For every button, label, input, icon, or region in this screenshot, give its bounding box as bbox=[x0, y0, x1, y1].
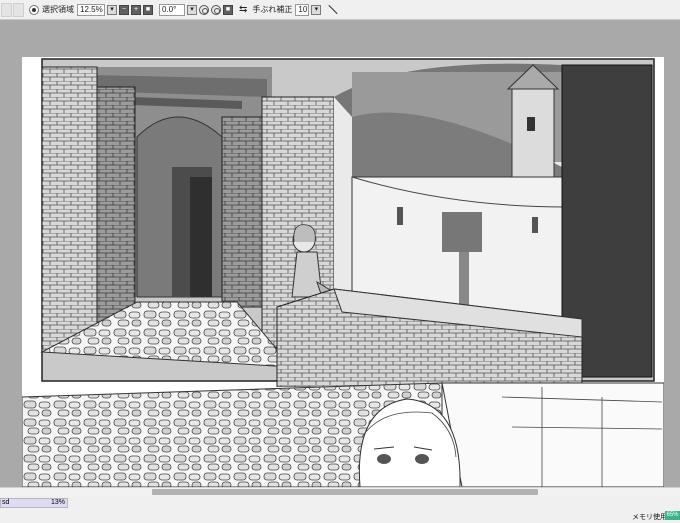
flip-horizontal-icon[interactable]: ⇆ bbox=[239, 4, 247, 15]
manga-illustration bbox=[22, 57, 664, 487]
horizontal-scrollbar[interactable] bbox=[0, 487, 680, 496]
command-toolbar: 選択領域 12.5% ▾ − + ■ 0.0° ▾ ■ ⇆ 手ぶれ補正 10 ▾ bbox=[0, 0, 680, 20]
zoom-field[interactable]: 12.5% bbox=[77, 3, 105, 16]
eye-icon[interactable] bbox=[29, 4, 39, 15]
status-bar: sd 13% メモリ使用量 65% bbox=[0, 496, 680, 523]
line-tool-icon[interactable] bbox=[327, 5, 337, 15]
zoom-out-button[interactable]: − bbox=[119, 4, 129, 15]
document-progress: 13% bbox=[50, 499, 65, 506]
drawing-canvas[interactable] bbox=[22, 57, 664, 487]
zoom-dropdown-icon[interactable]: ▾ bbox=[107, 4, 117, 15]
stabilizer-dropdown-icon[interactable]: ▾ bbox=[311, 4, 322, 15]
stabilizer-field[interactable]: 10 bbox=[295, 3, 310, 16]
toolbar-blank-button-1[interactable] bbox=[1, 2, 12, 17]
toolbar-blank-button-2[interactable] bbox=[13, 2, 24, 17]
zoom-in-button[interactable]: + bbox=[131, 4, 141, 15]
selection-area-label: 選択領域 bbox=[42, 5, 74, 14]
rotation-reset-button[interactable]: ■ bbox=[223, 4, 233, 15]
rotate-left-icon[interactable] bbox=[199, 4, 209, 15]
rotation-dropdown-icon[interactable]: ▾ bbox=[187, 4, 197, 15]
document-name: sd bbox=[2, 499, 10, 506]
stabilizer-label: 手ぶれ補正 bbox=[252, 5, 293, 14]
scrollbar-thumb[interactable] bbox=[152, 489, 538, 495]
rotation-field[interactable]: 0.0° bbox=[159, 3, 185, 16]
document-tab[interactable]: sd 13% bbox=[0, 498, 68, 508]
memory-usage-badge: 65% bbox=[665, 511, 680, 520]
workspace-margin bbox=[664, 57, 680, 487]
rotate-right-icon[interactable] bbox=[211, 4, 221, 15]
fit-view-button[interactable]: ■ bbox=[143, 4, 153, 15]
